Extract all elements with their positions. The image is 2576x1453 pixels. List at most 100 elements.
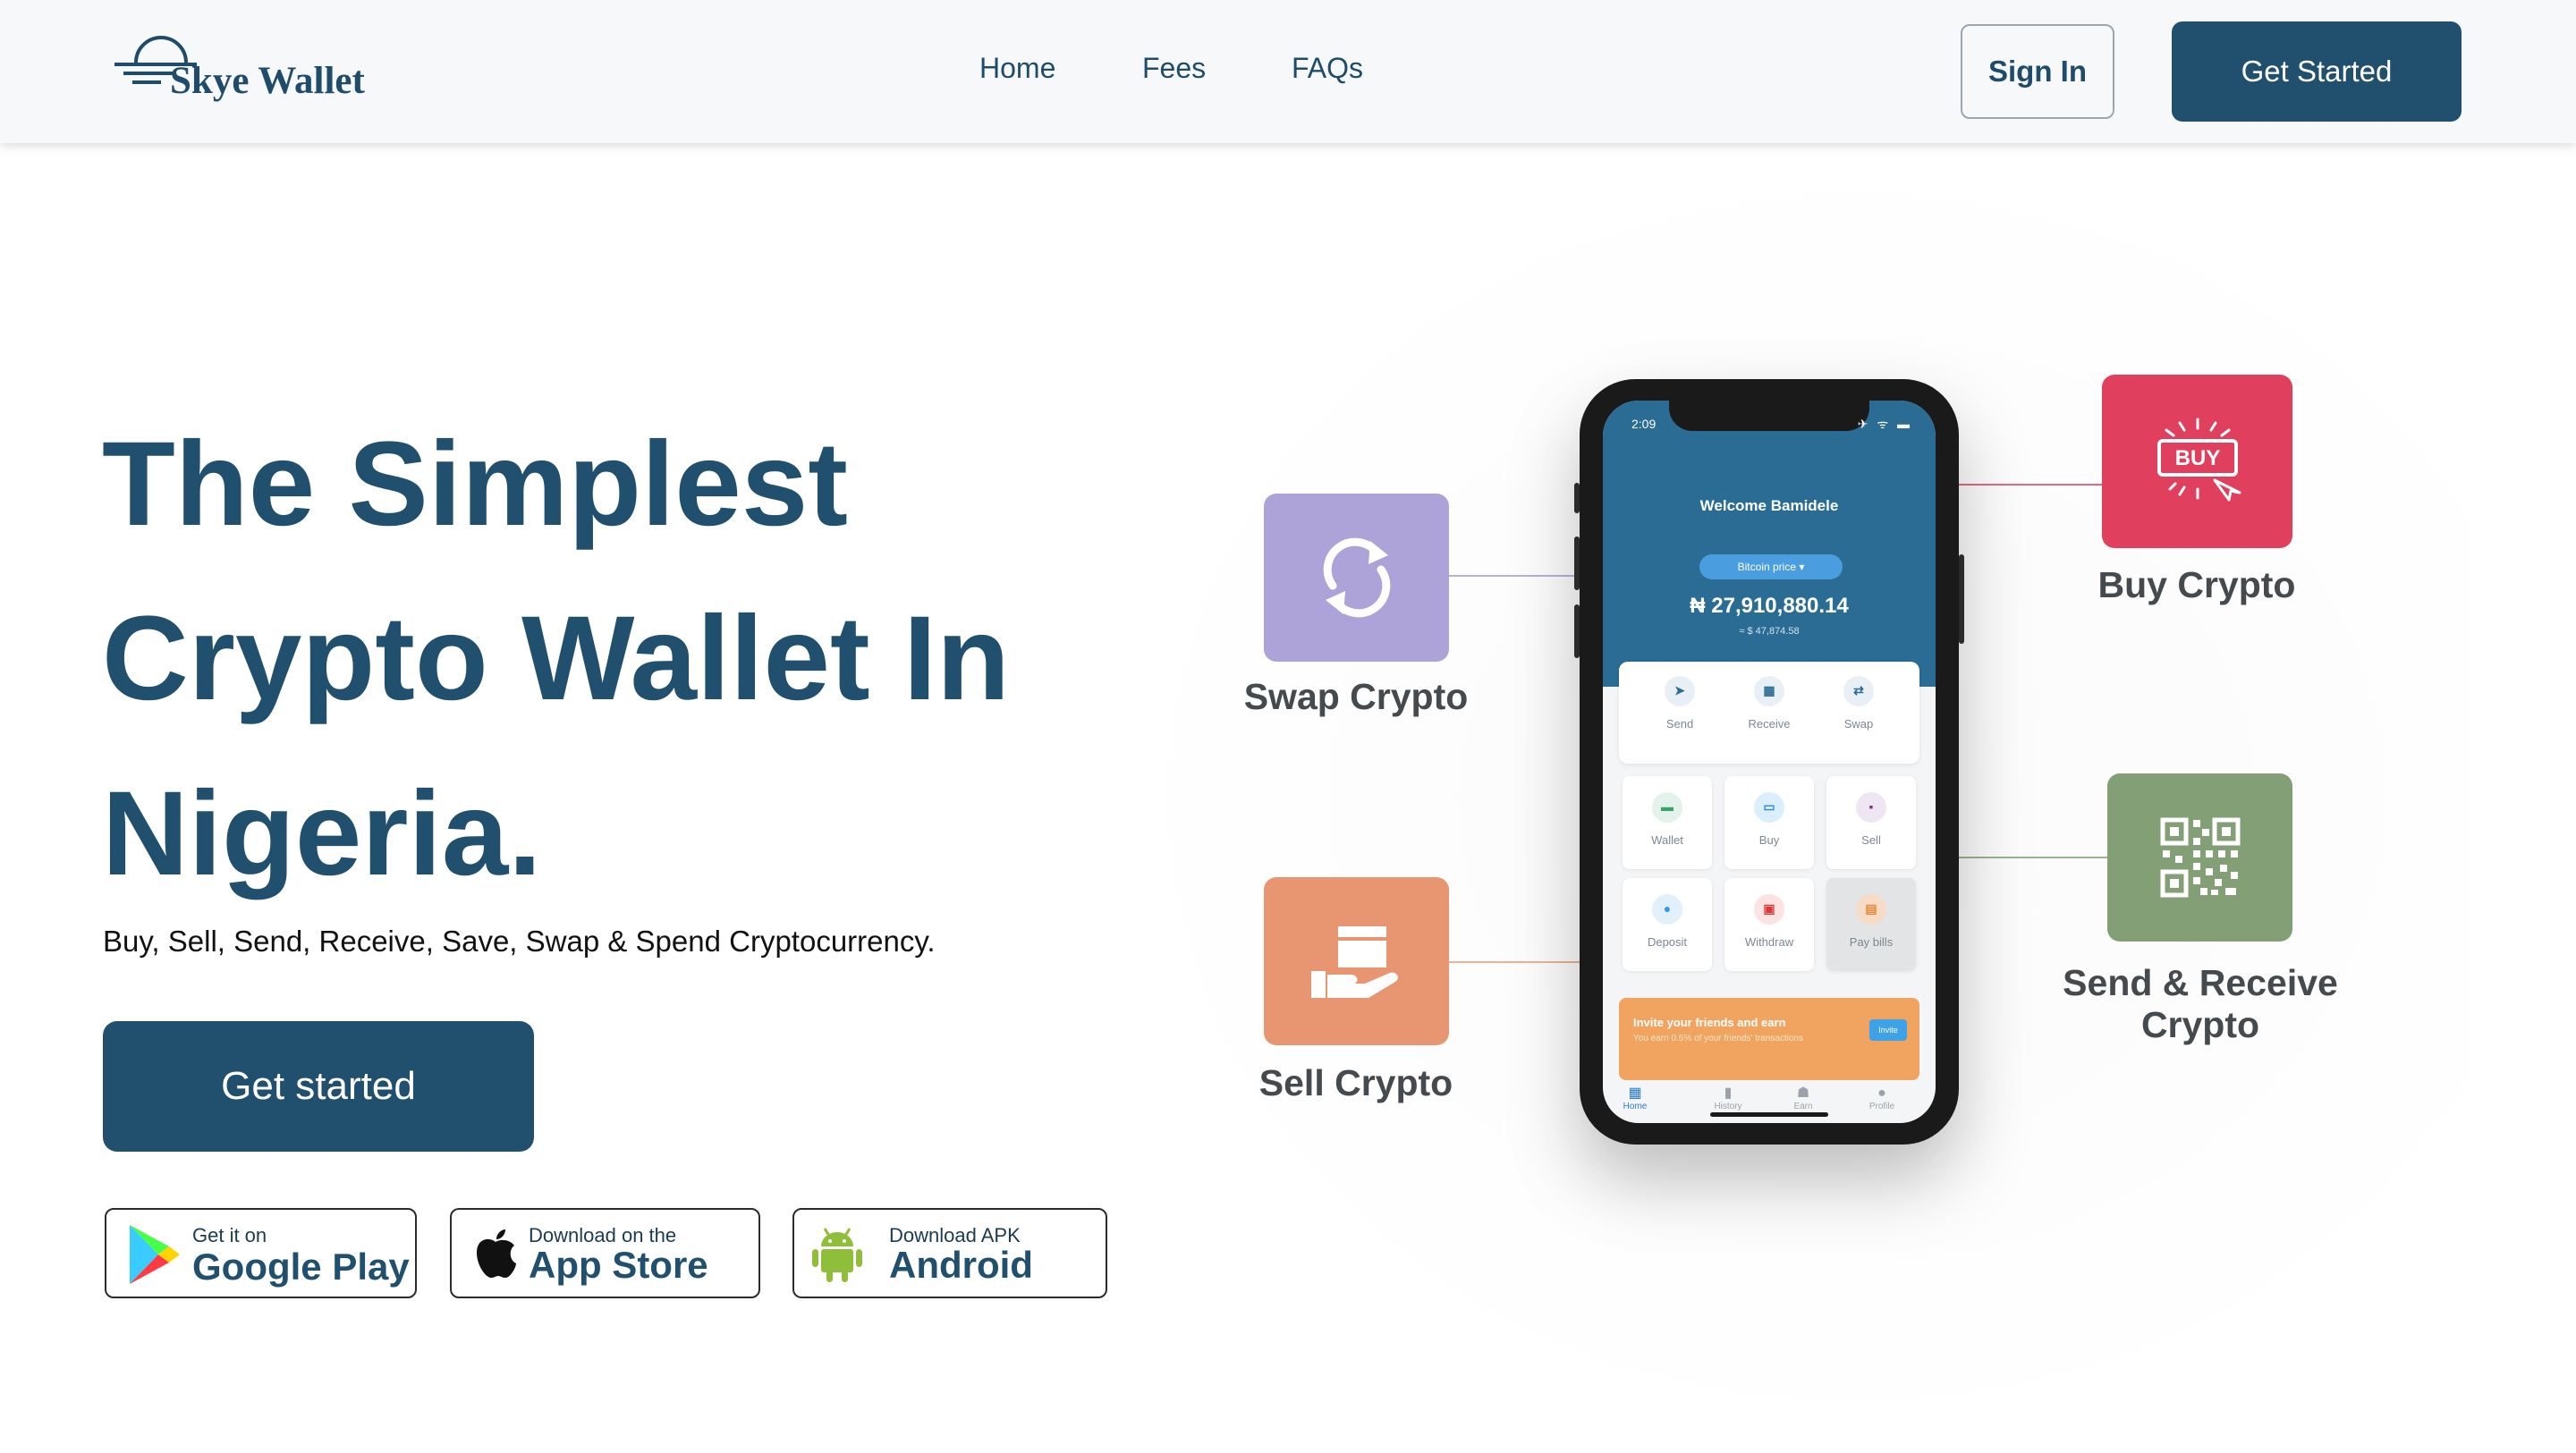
logo[interactable]: Skye Wallet (111, 25, 406, 114)
status-bar-time: 2:09 (1631, 417, 1657, 431)
sell-icon: ▪ (1856, 792, 1886, 823)
android-icon (812, 1228, 862, 1282)
tile-pay-bills[interactable]: ▤ Pay bills (1826, 878, 1916, 971)
history-tab-icon: ▮ (1724, 1086, 1733, 1101)
home-indicator (1710, 1112, 1828, 1117)
send-receive-label-line-1: Send & Receive (2063, 962, 2338, 1003)
tab-profile[interactable]: ● Profile (1846, 1086, 1918, 1111)
phone-volume-down (1574, 604, 1580, 658)
google-play-badge[interactable]: Get it on Google Play (105, 1208, 417, 1298)
hero-title-line-3: Nigeria. (102, 767, 542, 900)
action-swap[interactable]: ⇄ Swap (1814, 676, 1903, 756)
wallet-icon: ▬ (1652, 792, 1682, 823)
swap-crypto-card (1264, 494, 1449, 662)
buy-icon: ▭ (1754, 792, 1784, 823)
android-big-text: Android (889, 1244, 1033, 1286)
invite-title: Invite your friends and earn (1633, 1016, 1786, 1029)
site-header: Skye Wallet Home Fees FAQs Sign In Get S… (0, 0, 2576, 143)
action-receive[interactable]: ▦ Receive (1724, 676, 1814, 756)
bitcoin-price-pill[interactable]: Bitcoin price ▾ (1699, 554, 1843, 579)
tab-history-label: History (1714, 1102, 1742, 1111)
phone-mute-switch (1574, 483, 1580, 513)
get-started-header-button[interactable]: Get Started (2172, 21, 2462, 122)
android-apk-badge[interactable]: Download APK Android (792, 1208, 1107, 1298)
invite-subtitle: You earn 0.5% of your friends' transacti… (1633, 1034, 1803, 1043)
pay-bills-icon: ▤ (1856, 894, 1886, 925)
send-receive-crypto-card (2107, 773, 2292, 942)
profile-tab-icon: ● (1877, 1086, 1886, 1101)
tile-wallet[interactable]: ▬ Wallet (1623, 776, 1712, 869)
invite-button[interactable]: Invite (1869, 1019, 1907, 1041)
quick-actions-panel: ➤ Send ▦ Receive ⇄ Swap (1619, 662, 1919, 764)
hand-box-icon (1310, 926, 1398, 998)
tab-earn-label: Earn (1793, 1102, 1813, 1111)
wallet-header (1603, 401, 1936, 687)
qr-code-icon (2160, 817, 2240, 898)
hero-subtitle: Buy, Sell, Send, Receive, Save, Swap & S… (103, 925, 936, 958)
phone-power-button (1959, 554, 1964, 644)
balance-usd: ≈ $ 47,874.58 (1739, 626, 1800, 637)
action-send-label: Send (1665, 717, 1694, 731)
sign-in-button[interactable]: Sign In (1961, 24, 2114, 119)
deposit-icon: ● (1652, 894, 1682, 925)
apple-icon (477, 1229, 516, 1278)
tile-sell-label: Sell (1861, 833, 1881, 847)
get-started-cta-button[interactable]: Get started (103, 1021, 534, 1152)
action-receive-label: Receive (1748, 717, 1791, 731)
tile-buy-label: Buy (1758, 833, 1780, 847)
balance-amount: ₦ 27,910,880.14 (1690, 594, 1849, 618)
tab-earn[interactable]: ☗ Earn (1767, 1086, 1839, 1111)
buy-tag-icon: BUY (2157, 418, 2241, 502)
earn-tab-icon: ☗ (1796, 1086, 1810, 1101)
google-play-small-text: Get it on (192, 1224, 267, 1246)
buy-crypto-label: Buy Crypto (2097, 564, 2296, 605)
home-tab-icon: ▦ (1628, 1086, 1642, 1101)
google-play-big-text: Google Play (192, 1246, 410, 1288)
nav-faqs[interactable]: FAQs (1292, 52, 1363, 85)
bottom-tab-bar: ▦ Home ▮ History ☗ Earn ● Profile (1603, 1084, 1936, 1123)
tile-withdraw[interactable]: ▣ Withdraw (1724, 878, 1814, 971)
swap-small-icon: ⇄ (1843, 676, 1874, 706)
sell-crypto-card (1264, 877, 1449, 1045)
tile-sell[interactable]: ▪ Sell (1826, 776, 1916, 869)
hero-title-line-2: Crypto Wallet In (102, 592, 1010, 725)
nav-home[interactable]: Home (979, 52, 1055, 85)
status-bar-icons: ✈ ᯤ ▬ (1857, 417, 1912, 431)
tab-profile-label: Profile (1868, 1102, 1895, 1111)
withdraw-icon: ▣ (1754, 894, 1784, 925)
google-play-icon (130, 1225, 180, 1284)
tile-buy[interactable]: ▭ Buy (1724, 776, 1814, 869)
landing-page: Skye Wallet Home Fees FAQs Sign In Get S… (0, 0, 2576, 1453)
tab-home[interactable]: ▦ Home (1603, 1086, 1671, 1111)
swap-crypto-label: Swap Crypto (1243, 676, 1469, 717)
swap-icon (1323, 537, 1390, 618)
tile-wallet-label: Wallet (1651, 833, 1683, 847)
send-receive-label-line-2: Crypto (2140, 1004, 2260, 1045)
receive-icon: ▦ (1754, 676, 1784, 706)
tile-deposit[interactable]: ● Deposit (1623, 878, 1712, 971)
buy-crypto-card: BUY (2102, 375, 2292, 548)
tab-history[interactable]: ▮ History (1692, 1086, 1764, 1111)
hero-title-line-1: The Simplest (102, 418, 848, 551)
send-receive-connector (1948, 857, 2107, 858)
phone-mockup: 2:09 ✈ ᯤ ▬ Welcome Bamidele Bitcoin pric… (1574, 379, 1964, 1145)
app-store-big-text: App Store (529, 1244, 708, 1286)
tile-deposit-label: Deposit (1647, 935, 1688, 949)
invite-banner[interactable]: Invite your friends and earn You earn 0.… (1619, 998, 1919, 1080)
nav-fees[interactable]: Fees (1142, 52, 1206, 85)
send-icon: ➤ (1665, 676, 1695, 706)
sell-crypto-label: Sell Crypto (1258, 1062, 1453, 1103)
tab-home-label: Home (1623, 1102, 1648, 1111)
app-store-badge[interactable]: Download on the App Store (450, 1208, 760, 1298)
tile-withdraw-label: Withdraw (1744, 935, 1794, 949)
action-send[interactable]: ➤ Send (1635, 676, 1724, 756)
tile-pay-bills-label: Pay bills (1849, 935, 1894, 949)
phone-volume-up (1574, 536, 1580, 590)
logo-text: Skye Wallet (170, 60, 365, 102)
buy-tag-text: BUY (2174, 446, 2220, 470)
phone-screen: 2:09 ✈ ᯤ ▬ Welcome Bamidele Bitcoin pric… (1603, 401, 1936, 1123)
action-swap-label: Swap (1843, 717, 1874, 731)
welcome-text: Welcome Bamidele (1699, 497, 1839, 514)
bitcoin-price-pill-label: Bitcoin price ▾ (1737, 561, 1805, 573)
phone-notch (1669, 401, 1869, 431)
